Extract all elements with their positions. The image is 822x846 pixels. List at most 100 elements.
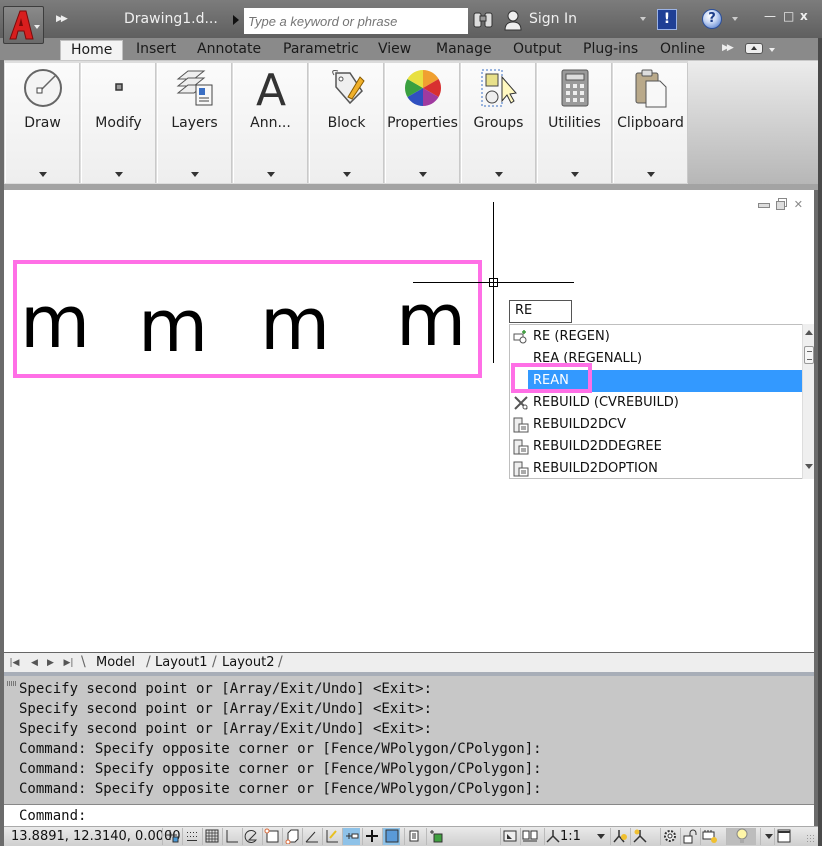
- panel-groups[interactable]: Groups: [461, 63, 536, 183]
- 3d-object-snap-toggle[interactable]: [282, 828, 300, 845]
- autocomplete-item[interactable]: REBUILD2DDEGREE: [510, 436, 798, 458]
- maximize-button[interactable]: □: [783, 9, 794, 23]
- panel-expand-icon[interactable]: [342, 172, 351, 177]
- coordinates-display[interactable]: 13.8891, 12.3140, 0.0000: [11, 829, 181, 844]
- panel-block[interactable]: Block: [309, 63, 384, 183]
- panel-properties[interactable]: Properties: [385, 63, 460, 183]
- panel-utilities[interactable]: Utilities: [537, 63, 612, 183]
- command-input[interactable]: Command:: [4, 804, 814, 826]
- panel-expand-icon[interactable]: [646, 172, 655, 177]
- ortho-mode-toggle[interactable]: [222, 828, 240, 845]
- tab-online[interactable]: Online: [658, 40, 707, 60]
- auto-scale-icon: [632, 829, 647, 843]
- panel-draw[interactable]: Draw: [5, 63, 80, 183]
- panel-expand-icon[interactable]: [114, 172, 123, 177]
- more-tabs-icon[interactable]: ▶▶: [722, 43, 734, 53]
- prev-layout-icon[interactable]: ◀: [28, 656, 41, 670]
- dynamic-ucs-icon: [326, 830, 338, 843]
- annotation-scale-dropdown[interactable]: [593, 828, 605, 845]
- statusbar-menu-button[interactable]: [760, 828, 773, 845]
- ribbon-options-caret-icon[interactable]: [769, 48, 775, 52]
- dynamic-input-toggle[interactable]: [342, 828, 360, 845]
- object-snap-tracking-toggle[interactable]: [302, 828, 320, 845]
- tab-plug-ins[interactable]: Plug-ins: [581, 40, 640, 60]
- autocomplete-item[interactable]: REBUILD2DOPTION: [510, 458, 798, 480]
- sign-in-dropdown-icon[interactable]: [640, 17, 646, 21]
- sign-in-button[interactable]: Sign In: [529, 11, 577, 27]
- panel-layers[interactable]: Layers: [157, 63, 232, 183]
- tab-parametric[interactable]: Parametric: [281, 40, 361, 60]
- hardware-acceleration-button[interactable]: [700, 828, 718, 845]
- tab-layout2[interactable]: Layout2: [222, 654, 274, 672]
- transparency-toggle[interactable]: [382, 828, 400, 845]
- layout-viewports-button[interactable]: [520, 828, 538, 845]
- scroll-up-icon[interactable]: [805, 330, 813, 335]
- workspace-switching-button[interactable]: [660, 828, 678, 845]
- tab-manage[interactable]: Manage: [434, 40, 494, 60]
- resize-grip[interactable]: [806, 834, 816, 844]
- tab-home[interactable]: Home: [60, 40, 124, 60]
- isolate-objects-button[interactable]: [726, 828, 756, 845]
- autocomplete-item[interactable]: REBUILD (CVREBUILD): [510, 392, 798, 414]
- selection-cycling-icon: [429, 830, 442, 843]
- viewport-close-button[interactable]: ✕: [794, 198, 806, 211]
- dynamic-ucs-toggle[interactable]: [322, 828, 340, 845]
- toolbar-lock-button[interactable]: [680, 828, 698, 845]
- quick-access-more-icon[interactable]: ▶▶: [56, 14, 68, 24]
- viewport-restore-button[interactable]: [775, 198, 788, 210]
- panel-expand-icon[interactable]: [190, 172, 199, 177]
- autocomplete-item[interactable]: RE (REGEN): [510, 326, 798, 348]
- quick-properties-toggle[interactable]: [404, 828, 422, 845]
- snap-mode-toggle[interactable]: [182, 828, 200, 845]
- grid-display-toggle[interactable]: [202, 828, 220, 845]
- search-expand-icon[interactable]: [233, 15, 239, 25]
- help-dropdown-icon[interactable]: [732, 17, 738, 21]
- application-menu-button[interactable]: [3, 6, 44, 44]
- next-layout-icon[interactable]: ▶: [44, 656, 57, 670]
- panel-clipboard[interactable]: Clipboard: [613, 63, 688, 183]
- exchange-apps-button[interactable]: !: [657, 9, 677, 30]
- search-input[interactable]: [244, 8, 468, 34]
- command-grip-handle[interactable]: [7, 681, 17, 686]
- clean-screen-button[interactable]: [774, 828, 792, 845]
- autocomplete-item[interactable]: REBUILD2DCV: [510, 414, 798, 436]
- auto-scale-button[interactable]: [630, 828, 648, 845]
- tab-model[interactable]: Model: [96, 654, 135, 672]
- minimize-button[interactable]: —: [764, 9, 776, 23]
- object-snap-toggle[interactable]: [262, 828, 280, 845]
- model-space-button[interactable]: [500, 828, 518, 845]
- panel-modify[interactable]: Modify: [81, 63, 156, 183]
- last-layout-icon[interactable]: ▶|: [62, 656, 75, 670]
- tab-annotate[interactable]: Annotate: [195, 40, 263, 60]
- tab-view[interactable]: View: [376, 40, 413, 60]
- binoculars-icon[interactable]: [472, 10, 494, 30]
- tab-insert[interactable]: Insert: [134, 40, 178, 60]
- panel-expand-icon[interactable]: [266, 172, 275, 177]
- first-layout-icon[interactable]: |◀: [8, 656, 21, 670]
- scroll-thumb[interactable]: [804, 346, 814, 364]
- minimize-ribbon-button[interactable]: [745, 43, 763, 54]
- panel-expand-icon[interactable]: [494, 172, 503, 177]
- annotation-visibility-button[interactable]: [610, 828, 628, 845]
- selection-cycling-toggle[interactable]: [426, 828, 444, 845]
- panel-expand-icon[interactable]: [38, 172, 47, 177]
- panel-expand-icon[interactable]: [570, 172, 579, 177]
- scroll-down-icon[interactable]: [805, 464, 813, 469]
- window-doc-icon: [513, 417, 529, 433]
- annotation-scale-value[interactable]: 1:1: [560, 829, 581, 844]
- panel-expand-icon[interactable]: [418, 172, 427, 177]
- help-button[interactable]: ?: [702, 9, 722, 29]
- polar-tracking-toggle[interactable]: [242, 828, 260, 845]
- viewport-minimize-button[interactable]: [757, 198, 770, 208]
- infer-constraints-toggle[interactable]: [162, 828, 180, 845]
- user-icon[interactable]: [503, 9, 523, 31]
- panel-annotation[interactable]: A Ann...: [233, 63, 308, 183]
- tab-layout1[interactable]: Layout1: [155, 654, 207, 672]
- lineweight-toggle[interactable]: [362, 828, 380, 845]
- dynamic-input-field[interactable]: RE: [509, 300, 572, 323]
- drawing-canvas[interactable]: ✕ m m m m RE RE (REGEN) REA (REGENALL) R…: [4, 190, 814, 652]
- annotation-scale-icon-wrap[interactable]: [544, 828, 560, 845]
- close-button[interactable]: x: [800, 9, 808, 23]
- tab-output[interactable]: Output: [511, 40, 564, 60]
- autocomplete-scrollbar[interactable]: [802, 324, 814, 479]
